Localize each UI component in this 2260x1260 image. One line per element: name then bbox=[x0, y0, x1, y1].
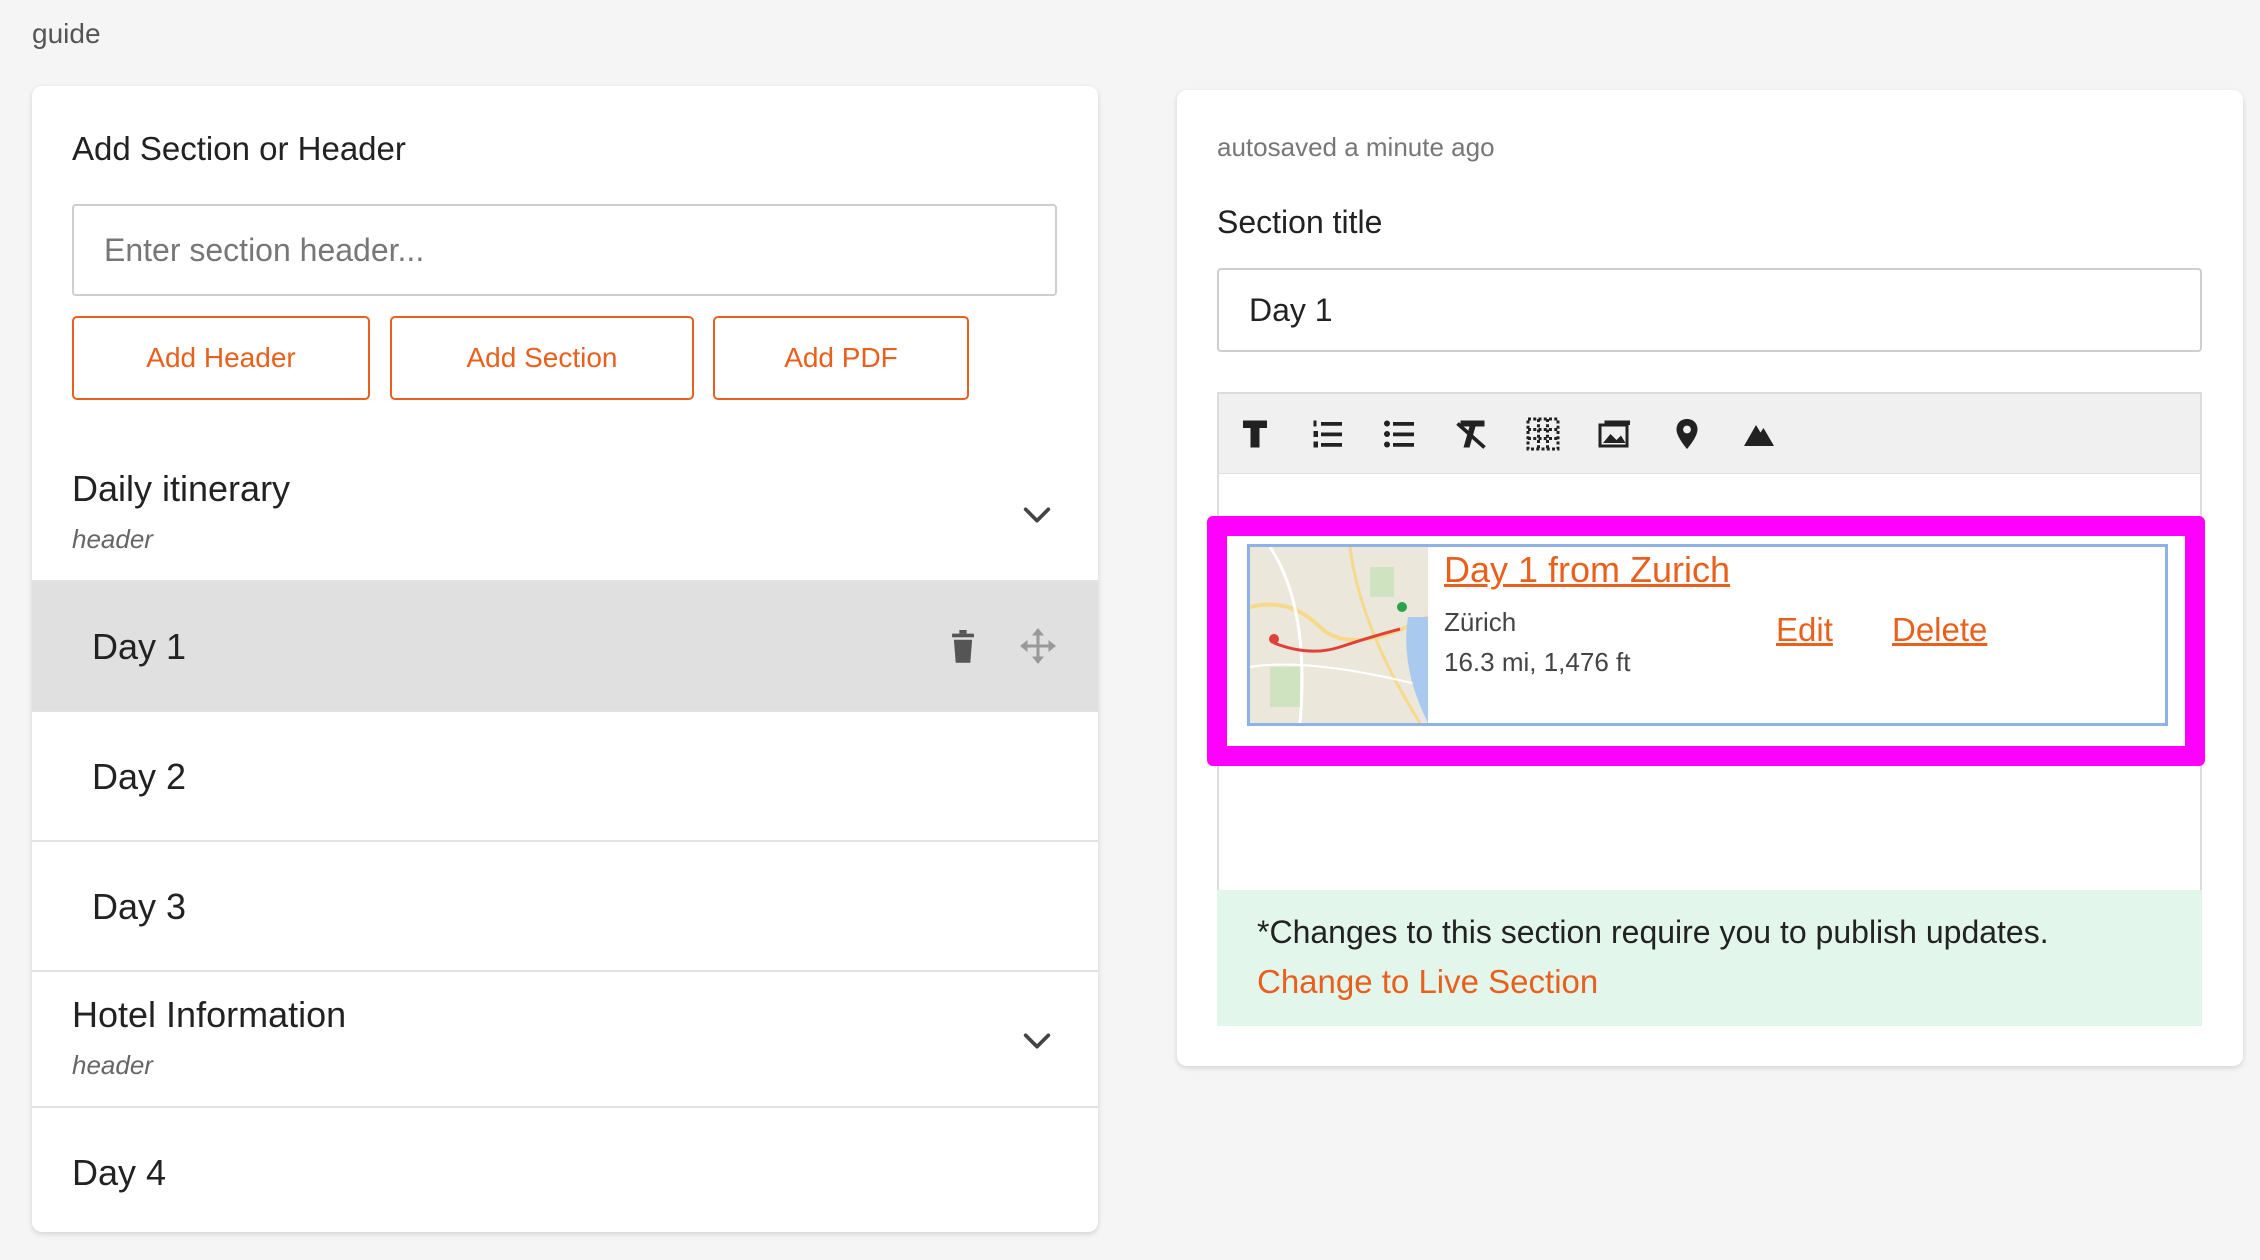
section-editor-panel: autosaved a minute ago Section title Day… bbox=[1177, 90, 2243, 1066]
header-row-daily-itinerary[interactable]: Daily itinerary header bbox=[32, 446, 1098, 582]
header-subtitle: header bbox=[72, 524, 153, 554]
section-row-day-2[interactable]: Day 2 bbox=[32, 712, 1098, 842]
breadcrumb[interactable]: guide bbox=[32, 18, 101, 50]
route-title-link[interactable]: Day 1 from Zurich bbox=[1444, 549, 1730, 591]
section-title: Day 4 bbox=[72, 1152, 167, 1193]
header-title: Hotel Information bbox=[72, 994, 347, 1035]
publish-notice: *Changes to this section require you to … bbox=[1217, 890, 2202, 1026]
section-title-input[interactable] bbox=[1217, 268, 2202, 352]
route-map-thumbnail[interactable] bbox=[1250, 547, 1428, 723]
trash-icon[interactable] bbox=[948, 630, 978, 664]
section-row-day-1[interactable]: Day 1 bbox=[32, 582, 1098, 712]
section-title: Day 1 bbox=[92, 626, 187, 667]
edit-route-link[interactable]: Edit bbox=[1776, 611, 1833, 649]
add-pdf-button[interactable]: Add PDF bbox=[713, 316, 969, 400]
autosave-status: autosaved a minute ago bbox=[1217, 132, 1495, 162]
text-format-icon[interactable] bbox=[1235, 414, 1275, 454]
add-section-button[interactable]: Add Section bbox=[390, 316, 694, 400]
drag-move-icon[interactable] bbox=[1020, 628, 1056, 664]
chevron-down-icon[interactable] bbox=[1020, 1024, 1054, 1058]
add-section-title: Add Section or Header bbox=[72, 130, 406, 167]
notice-message: *Changes to this section require you to … bbox=[1257, 914, 2049, 950]
section-header-input[interactable] bbox=[72, 204, 1057, 296]
route-location: Zürich bbox=[1444, 607, 1517, 637]
ordered-list-icon[interactable] bbox=[1307, 414, 1347, 454]
header-subtitle: header bbox=[72, 1050, 153, 1080]
change-to-live-link[interactable]: Change to Live Section bbox=[1257, 963, 2162, 1001]
section-title: Day 2 bbox=[92, 756, 187, 797]
bullet-list-icon[interactable] bbox=[1379, 414, 1419, 454]
section-list-panel: Add Section or Header Add Header Add Sec… bbox=[32, 86, 1098, 1232]
section-list: Daily itinerary header Day 1 Day 2 Day 3… bbox=[32, 446, 1098, 1232]
add-header-button[interactable]: Add Header bbox=[72, 316, 370, 400]
header-title: Daily itinerary bbox=[72, 468, 291, 509]
section-title-label: Section title bbox=[1217, 204, 1383, 240]
route-embed-card[interactable]: Day 1 from Zurich Zürich 16.3 mi, 1,476 … bbox=[1247, 544, 2168, 726]
editor-toolbar bbox=[1219, 394, 2200, 474]
header-row-hotel-information[interactable]: Hotel Information header bbox=[32, 972, 1098, 1108]
chevron-down-icon[interactable] bbox=[1020, 498, 1054, 532]
table-icon[interactable] bbox=[1523, 414, 1563, 454]
map-pin-icon[interactable] bbox=[1667, 414, 1707, 454]
section-row-day-3[interactable]: Day 3 bbox=[32, 842, 1098, 972]
clear-format-icon[interactable] bbox=[1451, 414, 1491, 454]
mountain-icon[interactable] bbox=[1739, 414, 1779, 454]
section-title: Day 3 bbox=[92, 886, 187, 927]
delete-route-link[interactable]: Delete bbox=[1892, 611, 1987, 649]
section-row-day-4[interactable]: Day 4 bbox=[32, 1108, 1098, 1232]
image-icon[interactable] bbox=[1595, 414, 1635, 454]
route-stats: 16.3 mi, 1,476 ft bbox=[1444, 647, 1631, 677]
rich-text-editor[interactable]: Day 1 from Zurich Zürich 16.3 mi, 1,476 … bbox=[1207, 392, 2205, 950]
